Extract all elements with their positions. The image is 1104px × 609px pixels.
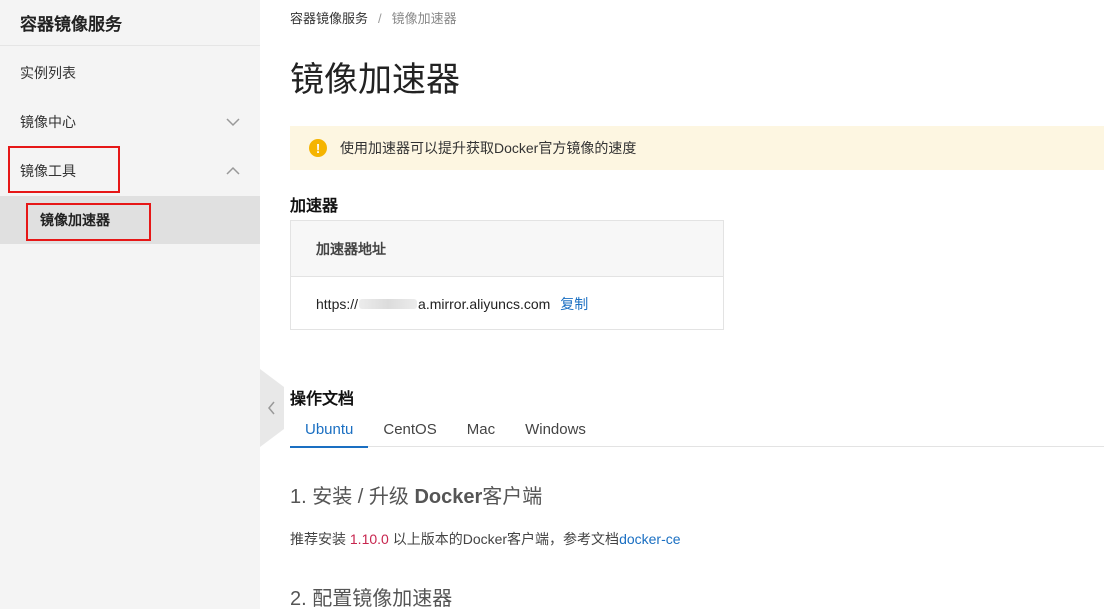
accelerator-url-suffix[interactable]: a.mirror.aliyuncs.com [418, 296, 550, 312]
step1-number: 1. [290, 486, 307, 508]
step1-heading: 1. 安装 / 升级 Docker客户端 [290, 480, 542, 509]
version-number: 1.10.0 [349, 531, 389, 547]
sidebar-item-label: 镜像工具 [20, 163, 76, 179]
step1-text-pre: 推荐安装 [290, 531, 350, 547]
chevron-down-icon [226, 118, 240, 127]
sidebar-item-label: 镜像加速器 [40, 212, 110, 228]
accelerator-table: 加速器地址 https:// a.mirror.aliyuncs.com 复制 [290, 220, 724, 330]
accelerator-section-title: 加速器 [290, 198, 339, 215]
docs-section-title: 操作文档 [290, 391, 355, 408]
sidebar-item-instance-list[interactable]: 实例列表 [0, 49, 260, 97]
breadcrumb-separator: / [378, 11, 382, 26]
accelerator-column-header: 加速器地址 [291, 221, 723, 277]
main-content: 容器镜像服务 / 镜像加速器 镜像加速器 ! 使用加速器可以提升获取Docker官方… [290, 0, 1104, 609]
step1-docker: Docker [414, 486, 483, 508]
accelerator-url-prefix[interactable]: https:// [316, 296, 358, 312]
copy-link[interactable]: 复制 [560, 294, 588, 314]
sidebar-title: 容器镜像服务 [0, 0, 260, 46]
breadcrumb-current: 镜像加速器 [391, 11, 457, 26]
step1-post: 客户端 [482, 486, 543, 508]
os-tabs: Ubuntu CentOS Mac Windows [290, 411, 1104, 448]
docker-ce-link[interactable]: docker-ce [619, 531, 680, 547]
sidebar-item-label: 实例列表 [20, 65, 76, 81]
breadcrumb-parent[interactable]: 容器镜像服务 [290, 11, 368, 26]
sidebar-item-image-accelerator[interactable]: 镜像加速器 [0, 196, 260, 244]
breadcrumb: 容器镜像服务 / 镜像加速器 [290, 8, 457, 27]
sidebar-item-image-center[interactable]: 镜像中心 [0, 98, 260, 146]
alert-text: 使用加速器可以提升获取Docker官方镜像的速度 [340, 140, 637, 156]
sidebar-item-image-tools[interactable]: 镜像工具 [0, 147, 260, 195]
redacted-region [359, 298, 418, 309]
sidebar-item-label: 镜像中心 [20, 114, 76, 130]
tab-mac[interactable]: Mac [452, 411, 510, 447]
accelerator-row: https:// a.mirror.aliyuncs.com 复制 [291, 277, 723, 330]
step1-paragraph: 推荐安装 1.10.0 以上版本的Docker客户端，参考文档docker-ce [290, 529, 681, 549]
sidebar: 容器镜像服务 实例列表 镜像中心 镜像工具 镜像加速器 [0, 0, 260, 609]
step2-heading: 2. 配置镜像加速器 [290, 588, 453, 609]
page-title: 镜像加速器 [290, 61, 460, 99]
step1-pre: 安装 / 升级 [312, 486, 409, 508]
tab-centos[interactable]: CentOS [368, 411, 451, 447]
warning-icon: ! [309, 139, 327, 157]
step1-text-mid: 以上版本的Docker客户端，参考文档 [388, 531, 620, 547]
tab-windows[interactable]: Windows [510, 411, 601, 447]
tab-ubuntu[interactable]: Ubuntu [290, 411, 369, 448]
info-alert: ! 使用加速器可以提升获取Docker官方镜像的速度 [290, 126, 1104, 170]
chevron-up-icon [226, 166, 240, 175]
sidebar-collapse-handle[interactable] [260, 369, 284, 447]
